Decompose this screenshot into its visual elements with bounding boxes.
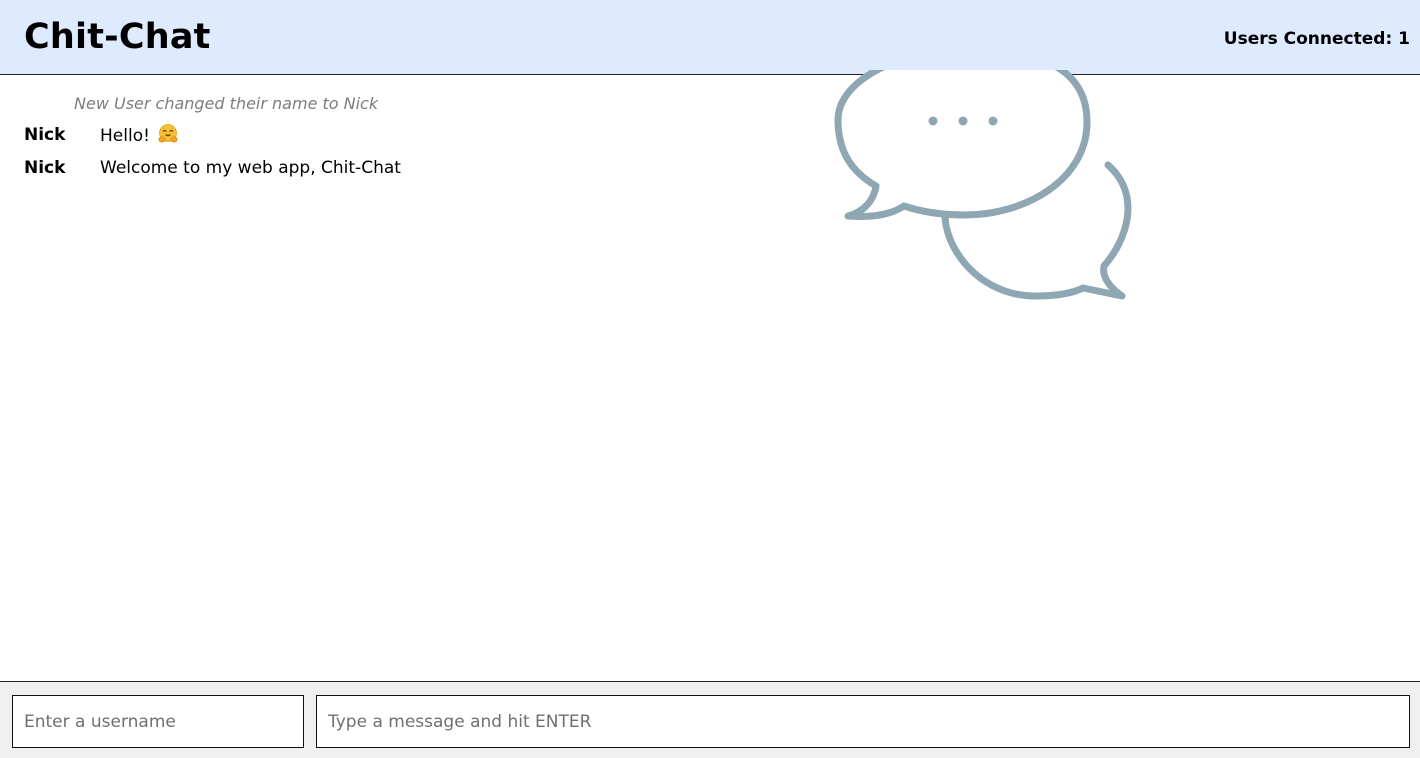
message-list: New User changed their name to Nick Nick…	[0, 75, 1420, 681]
username-input[interactable]	[12, 695, 304, 748]
message-author: Nick	[24, 158, 66, 178]
message-text: Welcome to my web app, Chit-Chat	[100, 158, 401, 178]
message-input[interactable]	[316, 695, 1410, 748]
composer-bar	[0, 681, 1420, 758]
system-message: New User changed their name to Nick	[74, 94, 379, 113]
hugging-face-emoji-icon	[157, 123, 179, 145]
users-connected-count: Users Connected: 1	[1223, 29, 1410, 49]
app-title: Chit-Chat	[24, 17, 211, 57]
app-header: Chit-Chat Users Connected: 1	[0, 0, 1420, 75]
message-text: Hello!	[100, 126, 150, 146]
chat-bubbles-icon	[830, 46, 1140, 302]
message-text-wrapper: Hello!	[100, 123, 179, 148]
message-author: Nick	[24, 125, 66, 145]
